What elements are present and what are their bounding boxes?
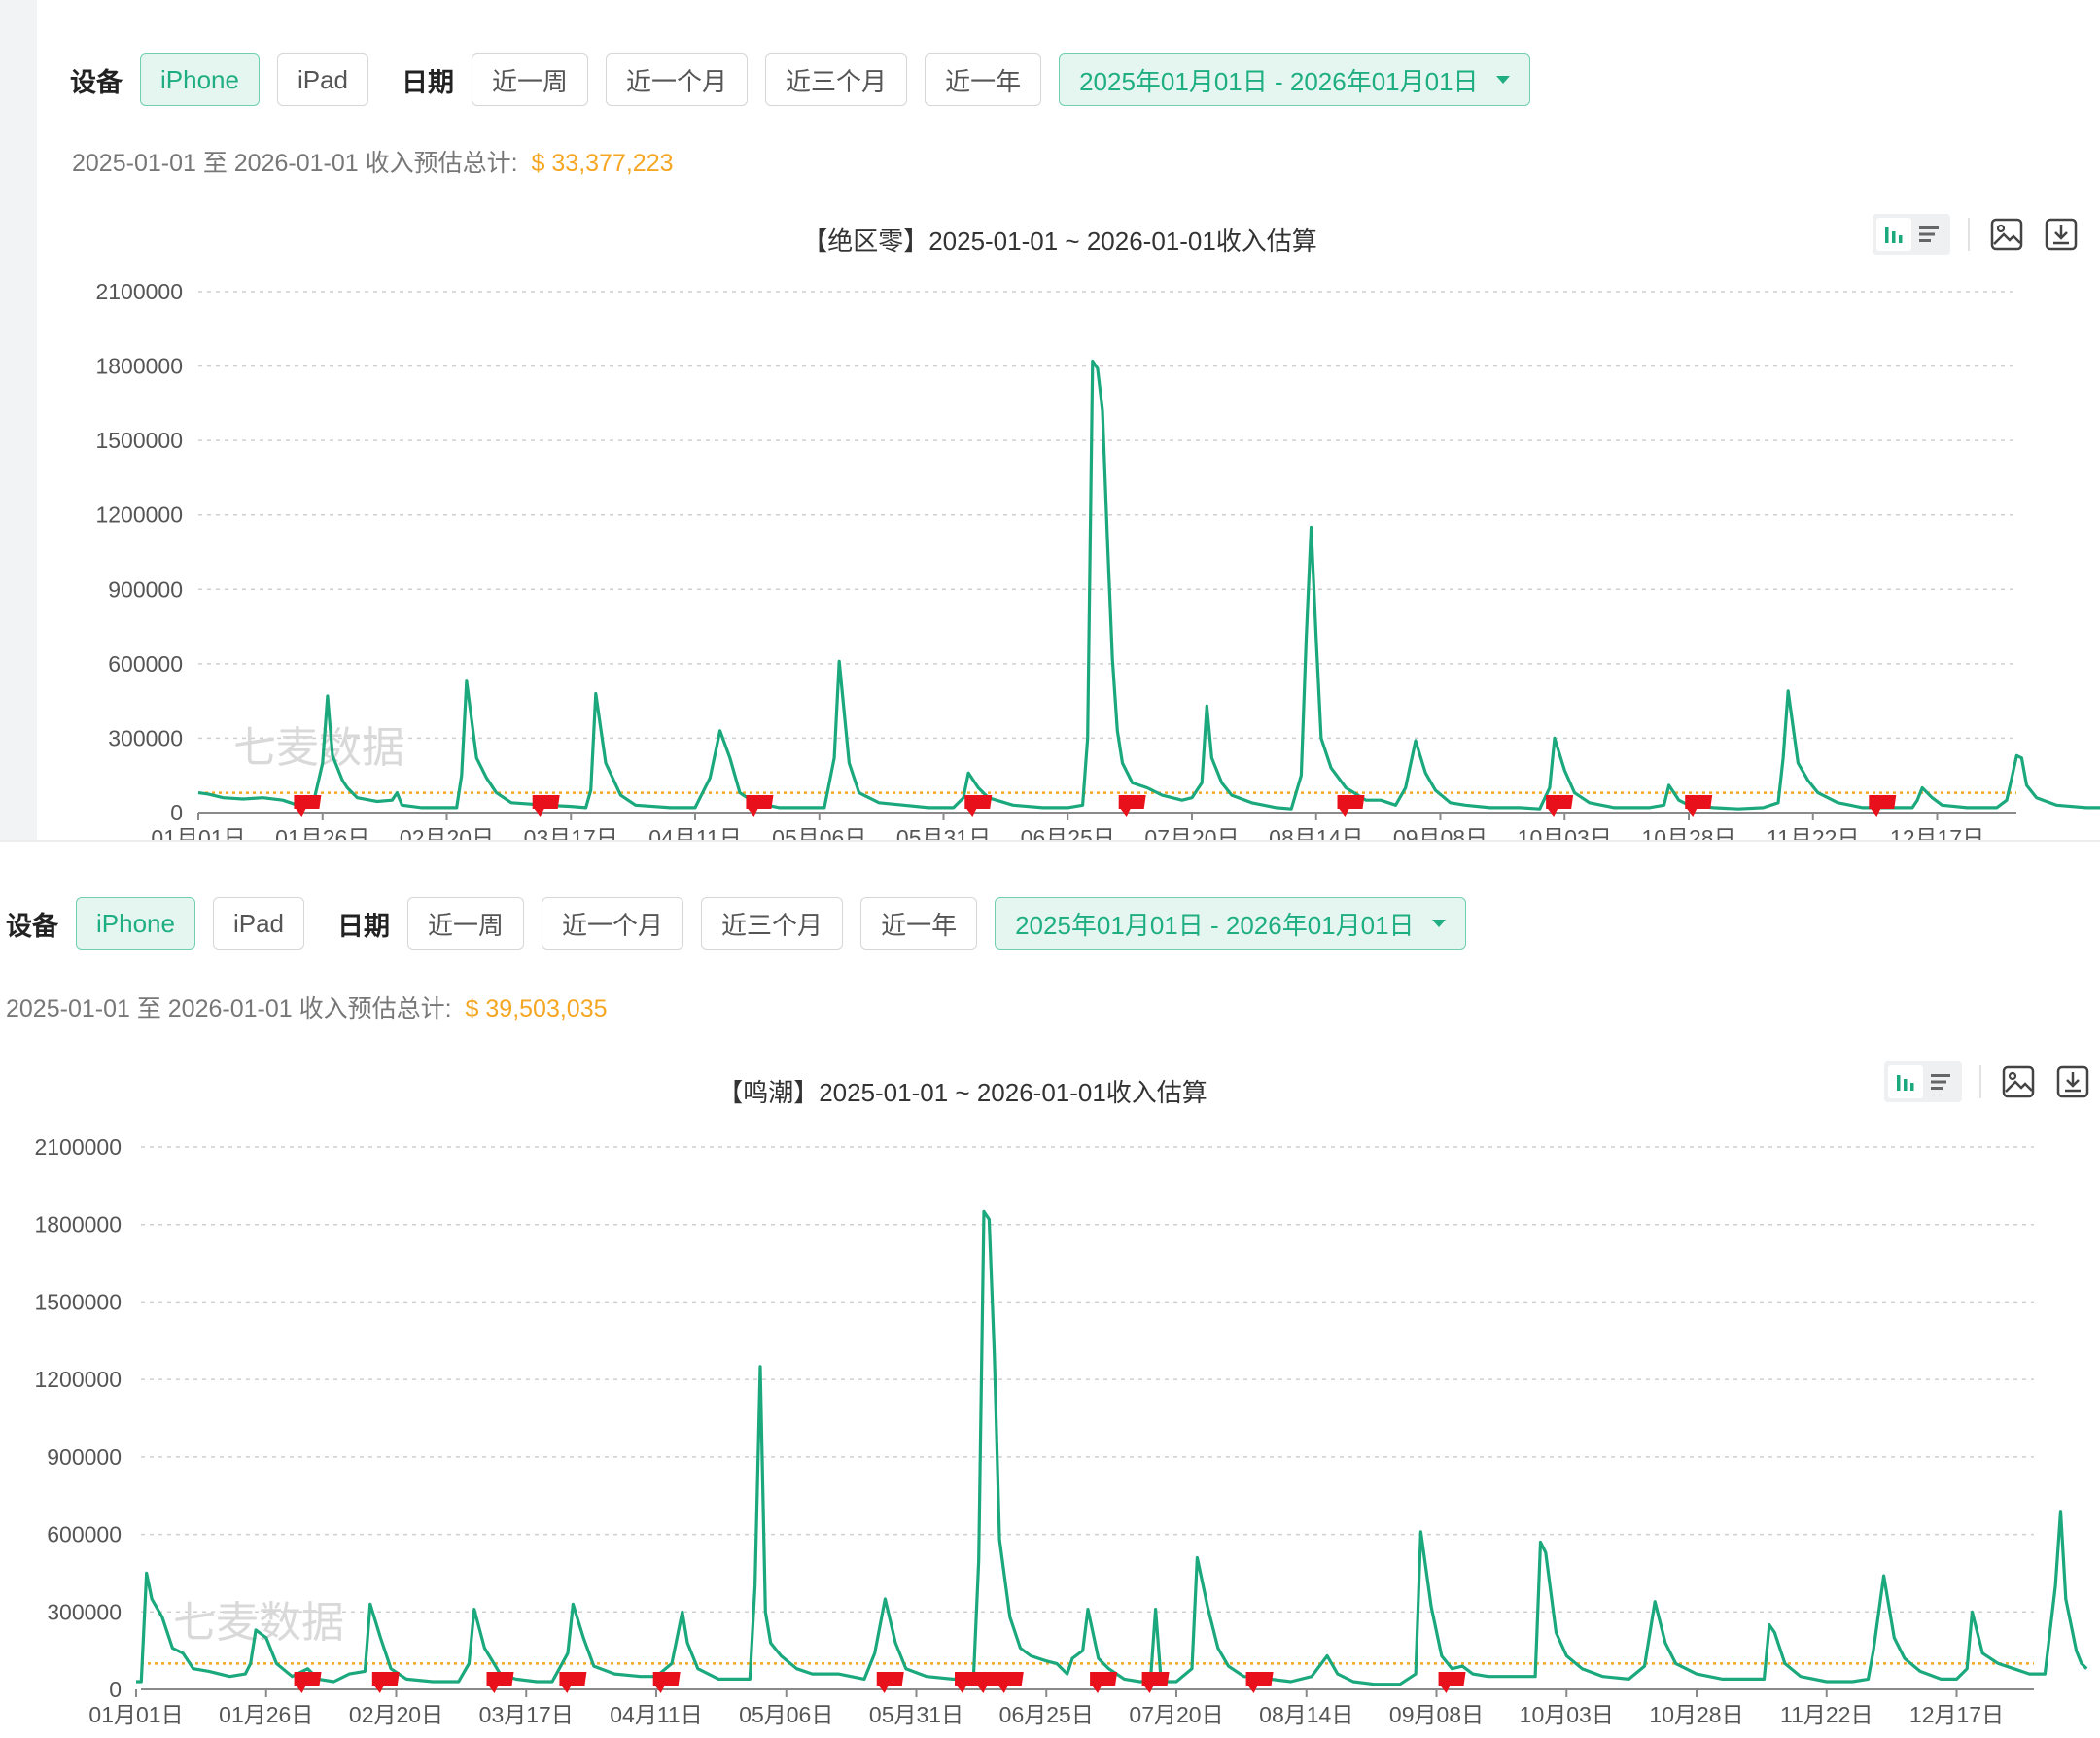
flag-body [1438,1672,1466,1686]
flag-body [1090,1672,1118,1686]
y-tick-label: 2100000 [34,1134,122,1160]
flag-body [652,1672,681,1686]
x-tick-label: 05月06日 [739,1702,833,1727]
y-tick-label: 1200000 [34,1367,122,1392]
y-tick-label: 900000 [108,576,183,602]
y-tick-label: 600000 [47,1522,122,1547]
x-tick-label: 09月08日 [1389,1702,1484,1727]
x-tick-label: 04月11日 [610,1702,702,1727]
y-tick-label: 0 [170,800,183,825]
x-tick-label: 06月25日 [999,1702,1094,1727]
x-tick-label: 10月28日 [1649,1702,1743,1727]
flag-body [1337,795,1365,809]
flag-body [486,1672,514,1686]
x-tick-label: 05月31日 [896,825,991,840]
y-tick-label: 300000 [47,1599,122,1624]
x-tick-label: 03月17日 [479,1702,574,1727]
flag-body [876,1672,904,1686]
revenue-panel-zzz: 设备 iPhone iPad 日期 近一周 近一个月 近三个月 近一年 2025… [0,0,2100,840]
y-tick-label: 1800000 [95,354,183,379]
x-tick-label: 10月03日 [1520,1702,1614,1727]
x-tick-label: 08月14日 [1269,825,1363,840]
watermark-text: 七麦数据 [173,1598,344,1648]
flag-body [1141,1672,1170,1686]
revenue-series-line [197,359,2100,811]
x-tick-label: 09月08日 [1393,825,1488,840]
x-tick-label: 10月03日 [1518,825,1612,840]
flag-body [1118,795,1146,809]
x-tick-label: 12月17日 [1909,1702,2004,1727]
x-tick-label: 07月20日 [1129,1702,1223,1727]
flag-body [1546,795,1574,809]
flag-body [1685,795,1713,809]
x-tick-label: 01月26日 [219,1702,313,1727]
y-tick-label: 1800000 [34,1212,122,1237]
x-tick-label: 07月20日 [1144,825,1239,840]
x-tick-label: 02月20日 [400,825,494,840]
y-tick-label: 2100000 [95,279,183,304]
x-tick-label: 06月25日 [1021,825,1115,840]
x-tick-label: 02月20日 [349,1702,443,1727]
x-tick-label: 01月01日 [151,825,245,840]
x-tick-label: 04月11日 [648,825,741,840]
y-tick-label: 0 [109,1677,122,1702]
revenue-line-chart: 0 300000 600000 900000 1200000 1500000 1800000… [34,1134,2088,1727]
flag-body [532,795,560,809]
y-tick-label: 600000 [108,651,183,677]
revenue-series-line [136,1209,2088,1686]
flag-body [294,1672,322,1686]
flag-body [746,795,774,809]
revenue-line-chart: 0 300000 600000 900000 1200000 1500000 1800000… [95,279,2100,840]
flag-body [371,1672,400,1686]
flag-body [1869,795,1897,809]
x-tick-label: 10月28日 [1641,825,1735,840]
x-tick-label: 11月22日 [1780,1702,1872,1727]
y-tick-label: 1500000 [95,428,183,453]
y-tick-label: 900000 [47,1444,122,1470]
x-tick-label: 11月22日 [1767,825,1859,840]
y-tick-label: 1500000 [34,1289,122,1314]
x-tick-label: 08月14日 [1259,1702,1353,1727]
flag-body [1245,1672,1274,1686]
y-tick-label: 300000 [108,725,183,750]
watermark-text: 七麦数据 [233,723,404,773]
flag-body [294,795,322,809]
y-tick-label: 1200000 [95,503,183,528]
x-tick-label: 05月31日 [869,1702,963,1727]
x-tick-label: 03月17日 [524,825,618,840]
x-tick-label: 01月26日 [275,825,369,840]
revenue-panel-wuthering: 设备 iPhone iPad 日期 近一周 近一个月 近三个月 近一年 2025… [0,842,2100,1738]
x-tick-label: 12月17日 [1890,825,1984,840]
x-tick-label: 01月01日 [88,1702,183,1727]
flag-body [996,1672,1024,1686]
flag-body [964,795,993,809]
flag-body [559,1672,587,1686]
x-tick-label: 05月06日 [772,825,866,840]
